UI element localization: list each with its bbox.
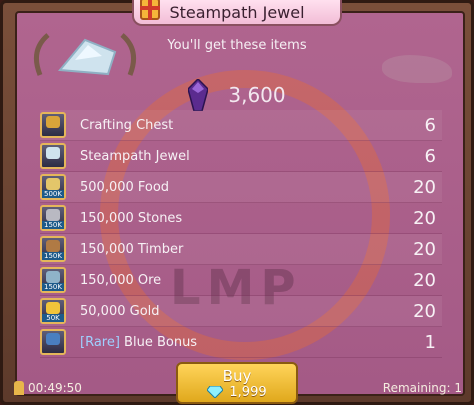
list-item: 50K 50,000 Gold 20 [40, 296, 442, 327]
item-name: Crafting Chest [80, 117, 174, 133]
list-item: 500K 500,000 Food 20 [40, 172, 442, 203]
item-tag: 150K [42, 283, 64, 291]
item-name: Steampath Jewel [80, 148, 190, 164]
list-item: 150K 150,000 Stones 20 [40, 203, 442, 234]
buy-label: Buy [222, 366, 252, 385]
ore-icon: 150K [40, 267, 66, 293]
item-qty: 20 [413, 300, 436, 322]
subtitle: You'll get these items [167, 38, 307, 53]
total-gems-row: 3,600 [0, 78, 474, 112]
timer-value: 00:49:50 [28, 381, 82, 395]
item-qty: 20 [413, 176, 436, 198]
offer-title: Steampath Jewel [169, 2, 305, 22]
list-item: Steampath Jewel 6 [40, 141, 442, 172]
list-item: Crafting Chest 6 [40, 110, 442, 141]
buy-button[interactable]: Buy 1,999 [176, 362, 298, 404]
list-item: [Rare] Blue Bonus 1 [40, 327, 442, 358]
item-qty: 1 [424, 331, 436, 353]
list-item: 150K 150,000 Ore 20 [40, 265, 442, 296]
remaining-count: Remaining: 1 [382, 381, 462, 395]
purple-gem-icon [188, 79, 209, 111]
jewel-icon [40, 143, 66, 169]
item-qty: 20 [413, 238, 436, 260]
title-banner: Steampath Jewel [132, 0, 342, 26]
buy-price-value: 1,999 [229, 384, 267, 400]
stone-icon: 150K [40, 205, 66, 231]
item-tag: 500K [42, 190, 64, 198]
gold-icon: 50K [40, 298, 66, 324]
chest-icon [40, 112, 66, 138]
total-gems-value: 3,600 [228, 83, 286, 107]
item-name: 150,000 Timber [80, 241, 184, 257]
item-tag: 50K [42, 314, 64, 322]
gift-icon [140, 0, 160, 20]
item-qty: 20 [413, 269, 436, 291]
rarity-label: [Rare] [80, 334, 120, 350]
item-tag: 150K [42, 221, 64, 229]
bonus-chest-icon [40, 329, 66, 355]
timer: 00:49:50 [14, 381, 82, 395]
item-qty: 20 [413, 207, 436, 229]
item-name: 500,000 Food [80, 179, 170, 195]
diamond-icon [207, 386, 224, 398]
item-name: [Rare] Blue Bonus [80, 335, 197, 350]
item-qty: 6 [424, 114, 436, 136]
buy-price: 1,999 [207, 384, 267, 400]
timber-icon: 150K [40, 236, 66, 262]
wheat-icon: 500K [40, 174, 66, 200]
item-name-text: Blue Bonus [119, 334, 198, 350]
item-name: 150,000 Stones [80, 210, 183, 226]
reward-list: Crafting Chest 6 Steampath Jewel 6 500K … [40, 110, 442, 358]
item-tag: 150K [42, 252, 64, 260]
item-name: 50,000 Gold [80, 303, 160, 319]
item-qty: 6 [424, 145, 436, 167]
hourglass-icon [14, 381, 24, 395]
list-item: 150K 150,000 Timber 20 [40, 234, 442, 265]
item-name: 150,000 Ore [80, 272, 162, 288]
